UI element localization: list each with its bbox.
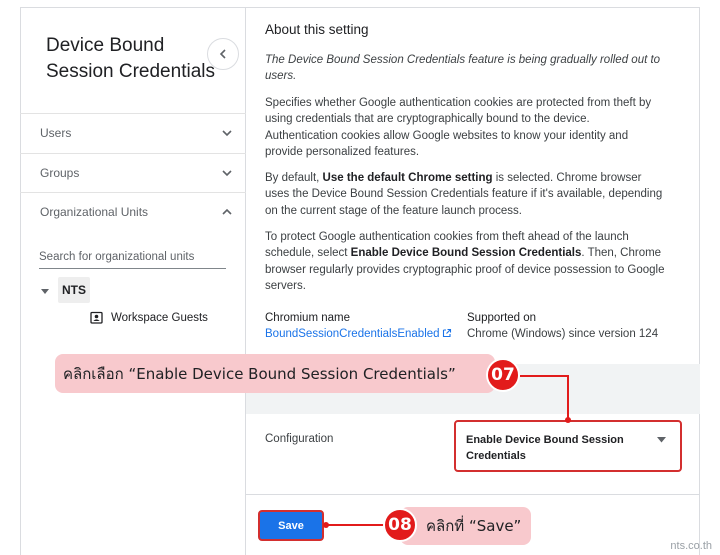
nav-groups[interactable]: Groups	[20, 153, 246, 193]
chevron-up-icon	[222, 208, 232, 215]
chevron-left-icon	[219, 49, 226, 59]
default-text-1: By default,	[265, 172, 323, 184]
configuration-selected-value: Enable Device Bound Session Credentials	[466, 434, 624, 462]
callout-step-08: คลิกที่ “Save”	[400, 507, 531, 545]
description-paragraph: Specifies whether Google authentication …	[265, 97, 652, 158]
step-badge-08: 08	[383, 508, 417, 542]
nav-groups-label: Groups	[40, 166, 80, 180]
chromium-name-label: Chromium name	[265, 312, 350, 324]
nav-organizational-units[interactable]: Organizational Units	[20, 192, 246, 232]
rollout-note: The Device Bound Session Credentials fea…	[265, 54, 661, 83]
chromium-name-value[interactable]: BoundSessionCredentialsEnabled	[265, 328, 440, 340]
settings-panel: About this setting The Device Bound Sess…	[246, 7, 700, 555]
configuration-label: Configuration	[265, 433, 334, 445]
step-badge-07: 07	[486, 358, 520, 392]
chevron-down-icon	[222, 170, 232, 177]
save-button[interactable]: Save	[258, 510, 324, 541]
left-panel: Device Bound Session Credentials Users G…	[20, 7, 246, 555]
collapse-panel-button[interactable]	[207, 38, 239, 70]
section-heading: About this setting	[265, 22, 369, 37]
ou-search-input[interactable]: Search for organizational units	[39, 249, 226, 269]
divider	[246, 494, 700, 495]
ou-badge-icon	[90, 311, 103, 324]
chromium-name-link[interactable]: BoundSessionCredentialsEnabled	[265, 328, 452, 340]
enable-paragraph: To protect Google authentication cookies…	[265, 229, 665, 294]
default-option-name: Use the default Chrome setting	[322, 172, 493, 184]
callout-step-07: คลิกเลือก “Enable Device Bound Session C…	[55, 354, 495, 393]
tree-root-nts[interactable]: NTS	[58, 277, 90, 303]
external-link-icon	[442, 328, 451, 338]
watermark: nts.co.th	[670, 540, 712, 552]
supported-on-label: Supported on	[467, 312, 537, 324]
nav-users-label: Users	[40, 126, 72, 140]
chevron-down-icon	[222, 130, 232, 137]
configuration-select[interactable]: Enable Device Bound Session Credentials	[454, 420, 682, 472]
tree-child-workspace-guests[interactable]: Workspace Guests	[111, 312, 208, 324]
supported-on-value: Chrome (Windows) since version 124	[467, 328, 659, 340]
tree-expand-icon[interactable]	[40, 286, 50, 296]
nav-ou-label: Organizational Units	[40, 205, 149, 219]
nav-users[interactable]: Users	[20, 113, 246, 153]
caret-down-icon	[657, 437, 666, 443]
enable-option-name: Enable Device Bound Session Credentials	[350, 247, 582, 260]
default-paragraph: By default, Use the default Chrome setti…	[265, 170, 665, 219]
